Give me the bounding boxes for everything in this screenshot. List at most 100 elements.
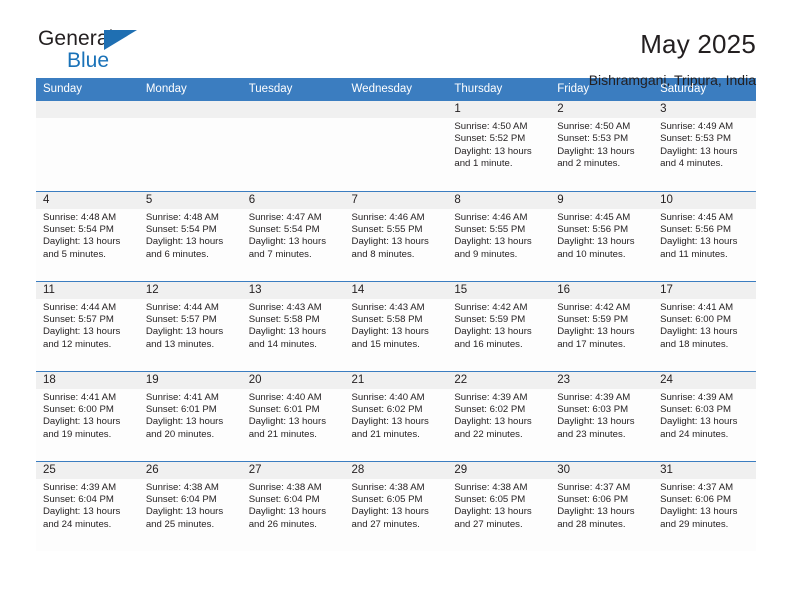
calendar-day-cell[interactable]: 9 Sunrise: 4:45 AM Sunset: 5:56 PM Daylight… (550, 190, 654, 281)
calendar-day-cell[interactable]: 22 Sunrise: 4:39 AM Sunset: 6:02 PM Dayligh… (447, 370, 551, 461)
calendar-day-cell[interactable]: 12 Sunrise: 4:44 AM Sunset: 5:57 PM Dayligh… (138, 280, 242, 371)
calendar-page: General Blue May 2025 Bishramganj, Tripu… (0, 0, 792, 612)
sunset-time: Sunset: 5:59 PM (557, 313, 629, 325)
calendar-day-cell[interactable]: 5 Sunrise: 4:48 AM Sunset: 5:54 PM Daylight… (138, 190, 242, 281)
day-number: 28 (344, 461, 448, 479)
calendar-cell-empty (344, 101, 448, 191)
calendar-day-cell[interactable]: 31 Sunrise: 4:37 AM Sunset: 6:06 PM Dayligh… (653, 460, 756, 552)
daylight-duration-line2: and 17 minutes. (557, 338, 626, 350)
daylight-duration-line2: and 26 minutes. (248, 518, 317, 530)
calendar-day-cell[interactable]: 18 Sunrise: 4:41 AM Sunset: 6:00 PM Dayligh… (36, 370, 139, 461)
sunset-time: Sunset: 5:58 PM (351, 313, 423, 325)
calendar-day-cell[interactable]: 4 Sunrise: 4:48 AM Sunset: 5:54 PM Daylight… (36, 190, 139, 281)
calendar-day-cell[interactable]: 29 Sunrise: 4:38 AM Sunset: 6:05 PM Dayligh… (447, 460, 551, 551)
daylight-duration-line1: Daylight: 13 hours (248, 416, 327, 428)
sunset-time: Sunset: 6:03 PM (557, 403, 629, 415)
day-cell-content: 17 Sunrise: 4:41 AM Sunset: 6:00 PM Dayligh… (653, 281, 756, 371)
day-sun-info: Sunrise: 4:41 AM Sunset: 6:00 PM Daylight:… (653, 299, 756, 352)
daylight-duration-line1: Daylight: 13 hours (454, 416, 532, 428)
sunrise-time: Sunrise: 4:39 AM (454, 391, 528, 403)
day-number: 25 (36, 461, 139, 479)
daylight-duration-line2: and 21 minutes. (248, 428, 317, 440)
sunrise-time: Sunrise: 4:41 AM (660, 301, 734, 313)
calendar-day-cell[interactable]: 25 Sunrise: 4:39 AM Sunset: 6:04 PM Dayligh… (36, 460, 139, 552)
daylight-duration-line1: Daylight: 13 hours (145, 236, 224, 248)
calendar-day-cell[interactable]: 11 Sunrise: 4:44 AM Sunset: 5:57 PM Dayligh… (36, 280, 139, 371)
calendar-day-cell[interactable]: 17 Sunrise: 4:41 AM Sunset: 6:00 PM Dayligh… (653, 280, 756, 371)
calendar-day-cell[interactable]: 30 Sunrise: 4:37 AM Sunset: 6:06 PM Dayligh… (550, 460, 654, 551)
calendar-day-cell[interactable]: 6 Sunrise: 4:47 AM Sunset: 5:54 PM Daylight… (241, 190, 345, 281)
day-number: 27 (241, 461, 345, 479)
daylight-duration-line2: and 8 minutes. (351, 248, 415, 260)
day-number: 20 (241, 371, 345, 389)
day-number: 26 (138, 461, 242, 479)
daylight-duration-line2: and 24 minutes. (660, 428, 729, 440)
calendar-day-cell[interactable]: 19 Sunrise: 4:41 AM Sunset: 6:01 PM Dayligh… (138, 370, 242, 461)
day-cell-content: 3 Sunrise: 4:49 AM Sunset: 5:53 PM Daylight… (653, 101, 756, 191)
calendar-day-cell[interactable]: 2 Sunrise: 4:50 AM Sunset: 5:53 PM Daylight… (550, 101, 654, 191)
sunset-time: Sunset: 5:55 PM (351, 223, 423, 235)
sunrise-time: Sunrise: 4:49 AM (660, 121, 734, 132)
day-number: 12 (138, 281, 242, 299)
calendar-week-row: 25 Sunrise: 4:39 AM Sunset: 6:04 PM Dayligh… (36, 460, 756, 552)
daylight-duration-line1: Daylight: 13 hours (351, 506, 429, 518)
day-sun-info: Sunrise: 4:40 AM Sunset: 6:01 PM Daylight:… (242, 389, 345, 442)
daylight-duration-line1: Daylight: 13 hours (660, 326, 738, 338)
day-sun-info: Sunrise: 4:46 AM Sunset: 5:55 PM Daylight:… (345, 209, 448, 262)
day-sun-info: Sunrise: 4:47 AM Sunset: 5:54 PM Daylight:… (242, 209, 345, 262)
weekday-header-thursday: Thursday (447, 78, 551, 101)
sunset-time: Sunset: 6:05 PM (351, 493, 423, 505)
sunrise-time: Sunrise: 4:42 AM (557, 301, 631, 313)
calendar-week-row: 11 Sunrise: 4:44 AM Sunset: 5:57 PM Dayligh… (36, 280, 756, 371)
sunrise-time: Sunrise: 4:45 AM (660, 211, 734, 223)
daylight-duration-line2: and 29 minutes. (660, 518, 729, 530)
day-sun-info: Sunrise: 4:39 AM Sunset: 6:03 PM Daylight:… (550, 389, 653, 442)
daylight-duration-line2: and 10 minutes. (557, 248, 626, 260)
sunrise-time: Sunrise: 4:44 AM (145, 301, 219, 313)
day-cell-content: 31 Sunrise: 4:37 AM Sunset: 6:06 PM Dayligh… (653, 461, 756, 552)
sunset-time: Sunset: 6:04 PM (248, 493, 320, 505)
daylight-duration-line1: Daylight: 13 hours (351, 236, 429, 248)
calendar-day-cell[interactable]: 16 Sunrise: 4:42 AM Sunset: 5:59 PM Dayligh… (550, 280, 654, 371)
calendar-day-cell[interactable]: 20 Sunrise: 4:40 AM Sunset: 6:01 PM Dayligh… (241, 370, 345, 461)
day-sun-info: Sunrise: 4:41 AM Sunset: 6:01 PM Daylight:… (139, 389, 242, 442)
daylight-duration-line1: Daylight: 13 hours (145, 416, 224, 428)
calendar-day-cell[interactable]: 10 Sunrise: 4:45 AM Sunset: 5:56 PM Dayligh… (653, 190, 756, 281)
day-cell-content: 11 Sunrise: 4:44 AM Sunset: 5:57 PM Dayligh… (36, 281, 139, 371)
sunset-time: Sunset: 5:54 PM (145, 223, 217, 235)
calendar-day-cell[interactable]: 24 Sunrise: 4:39 AM Sunset: 6:03 PM Dayligh… (653, 370, 756, 461)
sunrise-time: Sunrise: 4:39 AM (43, 481, 117, 493)
daylight-duration-line2: and 5 minutes. (43, 248, 106, 260)
sunrise-time: Sunrise: 4:40 AM (248, 391, 322, 403)
calendar-day-cell[interactable]: 23 Sunrise: 4:39 AM Sunset: 6:03 PM Dayligh… (550, 370, 654, 461)
day-number: 18 (36, 371, 139, 389)
daylight-duration-line2: and 1 minute. (454, 158, 513, 170)
day-number: 22 (447, 371, 551, 389)
calendar-day-cell[interactable]: 26 Sunrise: 4:38 AM Sunset: 6:04 PM Dayligh… (138, 460, 242, 552)
calendar-day-cell[interactable]: 7 Sunrise: 4:46 AM Sunset: 5:55 PM Daylight… (344, 190, 448, 281)
day-cell-content: 8 Sunrise: 4:46 AM Sunset: 5:55 PM Daylight… (447, 191, 551, 281)
calendar-day-cell[interactable]: 27 Sunrise: 4:38 AM Sunset: 6:04 PM Dayligh… (241, 460, 345, 551)
calendar-cell-empty (36, 101, 139, 191)
calendar-body: 1 Sunrise: 4:50 AM Sunset: 5:52 PM Daylight… (36, 101, 756, 551)
sunrise-time: Sunrise: 4:43 AM (248, 301, 322, 313)
calendar-day-cell[interactable]: 15 Sunrise: 4:42 AM Sunset: 5:59 PM Dayligh… (447, 280, 551, 371)
daylight-duration-line2: and 16 minutes. (454, 338, 523, 350)
calendar-day-cell[interactable]: 28 Sunrise: 4:38 AM Sunset: 6:05 PM Dayligh… (344, 460, 448, 551)
calendar-day-cell[interactable]: 14 Sunrise: 4:43 AM Sunset: 5:58 PM Dayligh… (344, 280, 448, 371)
sunset-time: Sunset: 6:04 PM (145, 493, 217, 505)
day-cell-content: 26 Sunrise: 4:38 AM Sunset: 6:04 PM Dayligh… (138, 461, 242, 552)
calendar-day-cell[interactable]: 1 Sunrise: 4:50 AM Sunset: 5:52 PM Daylight… (447, 101, 551, 191)
day-cell-content: 21 Sunrise: 4:40 AM Sunset: 6:02 PM Dayligh… (344, 371, 448, 461)
sunrise-time: Sunrise: 4:50 AM (557, 121, 631, 132)
sunset-time: Sunset: 5:56 PM (557, 223, 629, 235)
day-cell-content: 19 Sunrise: 4:41 AM Sunset: 6:01 PM Dayligh… (138, 371, 242, 461)
calendar-day-cell[interactable]: 21 Sunrise: 4:40 AM Sunset: 6:02 PM Dayligh… (344, 370, 448, 461)
calendar-day-cell[interactable]: 8 Sunrise: 4:46 AM Sunset: 5:55 PM Daylight… (447, 190, 551, 281)
day-number (241, 101, 345, 118)
day-cell-content: 20 Sunrise: 4:40 AM Sunset: 6:01 PM Dayligh… (241, 371, 345, 461)
sunrise-time: Sunrise: 4:50 AM (454, 121, 528, 132)
calendar-day-cell[interactable]: 13 Sunrise: 4:43 AM Sunset: 5:58 PM Dayligh… (241, 280, 345, 371)
day-cell-content: 25 Sunrise: 4:39 AM Sunset: 6:04 PM Dayligh… (36, 461, 139, 552)
calendar-day-cell[interactable]: 3 Sunrise: 4:49 AM Sunset: 5:53 PM Daylight… (653, 101, 756, 191)
